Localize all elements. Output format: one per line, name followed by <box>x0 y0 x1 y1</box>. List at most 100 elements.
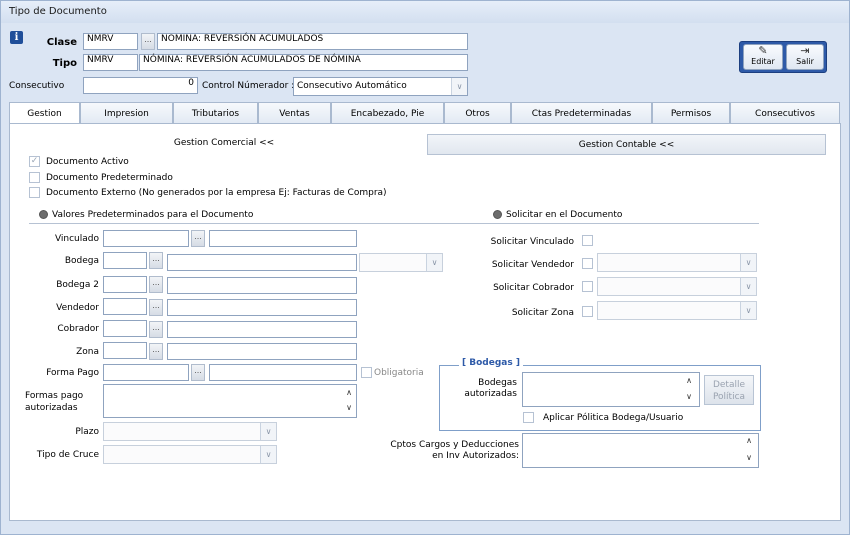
scroll-up-icon[interactable]: ∧ <box>342 388 356 397</box>
vinculado-lookup-button[interactable]: ... <box>191 230 205 247</box>
salir-label: Salir <box>796 57 814 66</box>
window-title: Tipo de Documento <box>1 1 849 23</box>
chevron-down-icon[interactable]: ∨ <box>451 78 467 95</box>
plazo-select[interactable]: ∨ <box>103 422 277 441</box>
formas-pago-label-line1: Formas pago <box>25 391 84 401</box>
chevron-down-icon[interactable]: ∨ <box>740 254 756 271</box>
clase-lookup-button[interactable]: ... <box>141 33 155 50</box>
cobrador-lookup-button[interactable]: ... <box>149 321 163 338</box>
vendedor-code-field[interactable] <box>103 298 147 315</box>
tab-impresion[interactable]: Impresion <box>80 102 173 124</box>
zona-desc-field[interactable] <box>167 343 357 360</box>
info-icon[interactable]: i <box>10 31 23 44</box>
divider <box>29 223 759 224</box>
cptos-autorizados-list[interactable] <box>522 433 759 468</box>
zona-lookup-button[interactable]: ... <box>149 343 163 360</box>
solicitar-vendedor-checkbox[interactable] <box>582 258 593 269</box>
scroll-down-icon[interactable]: ∨ <box>742 453 756 462</box>
bodega-code-field[interactable] <box>103 252 147 269</box>
tab-consecutivos[interactable]: Consecutivos <box>730 102 840 124</box>
forma-pago-label: Forma Pago <box>46 368 99 378</box>
documento-activo-checkbox[interactable]: ✓ <box>29 156 40 167</box>
bodega2-desc-field[interactable] <box>167 277 357 294</box>
bodega-label: Bodega <box>64 256 99 266</box>
forma-pago-lookup-button[interactable]: ... <box>191 364 205 381</box>
tipo-desc-field[interactable]: NÓMINA: REVERSIÓN ACUMULADOS DE NÓMINA <box>139 54 468 71</box>
salir-button[interactable]: ⇥ Salir <box>786 44 824 70</box>
vinculado-code-field[interactable] <box>103 230 189 247</box>
bodega-lookup-button[interactable]: ... <box>149 252 163 269</box>
consecutivo-field[interactable]: 0 <box>83 77 198 94</box>
solicitar-cobrador-select[interactable]: ∨ <box>597 277 757 296</box>
scroll-down-icon[interactable]: ∨ <box>342 403 356 412</box>
zona-code-field[interactable] <box>103 342 147 359</box>
subtab-gestion-contable[interactable]: Gestion Contable << <box>427 134 826 155</box>
consecutivo-label: Consecutivo <box>9 81 65 91</box>
editar-button[interactable]: ✎ Editar <box>743 44 783 70</box>
bodega-select[interactable]: ∨ <box>359 253 443 272</box>
clase-label: Clase <box>46 37 77 48</box>
chevron-down-icon[interactable]: ∨ <box>260 423 276 440</box>
cptos-label-line1: Cptos Cargos y Deducciones <box>390 440 519 450</box>
documento-externo-label: Documento Externo (No generados por la e… <box>46 188 387 198</box>
tab-tributarios[interactable]: Tributarios <box>173 102 258 124</box>
bodegas-autorizadas-list[interactable] <box>522 372 700 407</box>
cobrador-code-field[interactable] <box>103 320 147 337</box>
documento-externo-checkbox[interactable] <box>29 187 40 198</box>
subtab-gestion-comercial[interactable]: Gestion Comercial << <box>21 133 427 153</box>
solicitar-cobrador-label: Solicitar Cobrador <box>493 283 574 293</box>
solicitar-vendedor-select[interactable]: ∨ <box>597 253 757 272</box>
detalle-politica-button[interactable]: Detalle Política <box>704 375 754 405</box>
solicitar-heading: Solicitar en el Documento <box>506 210 623 220</box>
bodegas-autorizadas-label-line1: Bodegas <box>478 378 517 388</box>
clase-desc-field[interactable]: NOMINA: REVERSIÓN ACUMULADOS <box>157 33 468 50</box>
chevron-down-icon[interactable]: ∨ <box>260 446 276 463</box>
detalle-politica-label-line1: Detalle <box>712 380 746 390</box>
formas-pago-autorizadas-list[interactable] <box>103 384 357 418</box>
tab-ventas[interactable]: Ventas <box>258 102 331 124</box>
cobrador-desc-field[interactable] <box>167 321 357 338</box>
solicitar-zona-select[interactable]: ∨ <box>597 301 757 320</box>
subtab-gestion-comercial-label: Gestion Comercial << <box>173 138 275 148</box>
clase-code-field[interactable]: NMRV <box>83 33 138 50</box>
control-numerador-value: Consecutivo Automático <box>297 81 407 91</box>
tab-ctas-predeterminadas[interactable]: Ctas Predeterminadas <box>511 102 652 124</box>
chevron-down-icon[interactable]: ∨ <box>426 254 442 271</box>
formas-pago-label-line2: autorizadas <box>25 403 78 413</box>
bodega2-code-field[interactable] <box>103 276 147 293</box>
control-numerador-label: Control Númerador : <box>202 81 295 91</box>
cptos-label: Cptos Cargos y Deducciones en Inv Autori… <box>381 440 519 462</box>
vendedor-lookup-button[interactable]: ... <box>149 299 163 316</box>
solicitar-zona-checkbox[interactable] <box>582 306 593 317</box>
bodega2-lookup-button[interactable]: ... <box>149 276 163 293</box>
cobrador-label: Cobrador <box>57 324 99 334</box>
chevron-down-icon[interactable]: ∨ <box>740 302 756 319</box>
solicitar-vinculado-checkbox[interactable] <box>582 235 593 246</box>
formas-pago-label: Formas pago autorizadas <box>25 390 83 414</box>
bodegas-autorizadas-label: Bodegas autorizadas <box>445 378 517 400</box>
bodega-desc-field[interactable] <box>167 254 357 271</box>
tipo-cruce-select[interactable]: ∨ <box>103 445 277 464</box>
scroll-up-icon[interactable]: ∧ <box>682 376 696 385</box>
solicitar-vinculado-label: Solicitar Vinculado <box>490 237 574 247</box>
aplicar-politica-checkbox[interactable] <box>523 412 534 423</box>
tipo-code-field[interactable]: NMRV <box>83 54 138 71</box>
chevron-down-icon[interactable]: ∨ <box>740 278 756 295</box>
tab-otros[interactable]: Otros <box>444 102 511 124</box>
window: Tipo de Documento i Clase NMRV ... NOMIN… <box>0 0 850 535</box>
obligatoria-checkbox[interactable] <box>361 367 372 378</box>
vendedor-desc-field[interactable] <box>167 299 357 316</box>
solicitar-vendedor-label: Solicitar Vendedor <box>491 260 574 270</box>
section-bullet-icon <box>39 210 48 219</box>
vinculado-desc-field[interactable] <box>209 230 357 247</box>
solicitar-cobrador-checkbox[interactable] <box>582 281 593 292</box>
forma-pago-desc-field[interactable] <box>209 364 357 381</box>
tipo-cruce-label: Tipo de Cruce <box>36 450 99 460</box>
forma-pago-code-field[interactable] <box>103 364 189 381</box>
scroll-down-icon[interactable]: ∨ <box>682 392 696 401</box>
tab-encabezado-pie[interactable]: Encabezado, Pie <box>331 102 444 124</box>
scroll-up-icon[interactable]: ∧ <box>742 436 756 445</box>
tab-permisos[interactable]: Permisos <box>652 102 730 124</box>
control-numerador-select[interactable]: Consecutivo Automático ∨ <box>293 77 468 96</box>
documento-predeterminado-checkbox[interactable] <box>29 172 40 183</box>
